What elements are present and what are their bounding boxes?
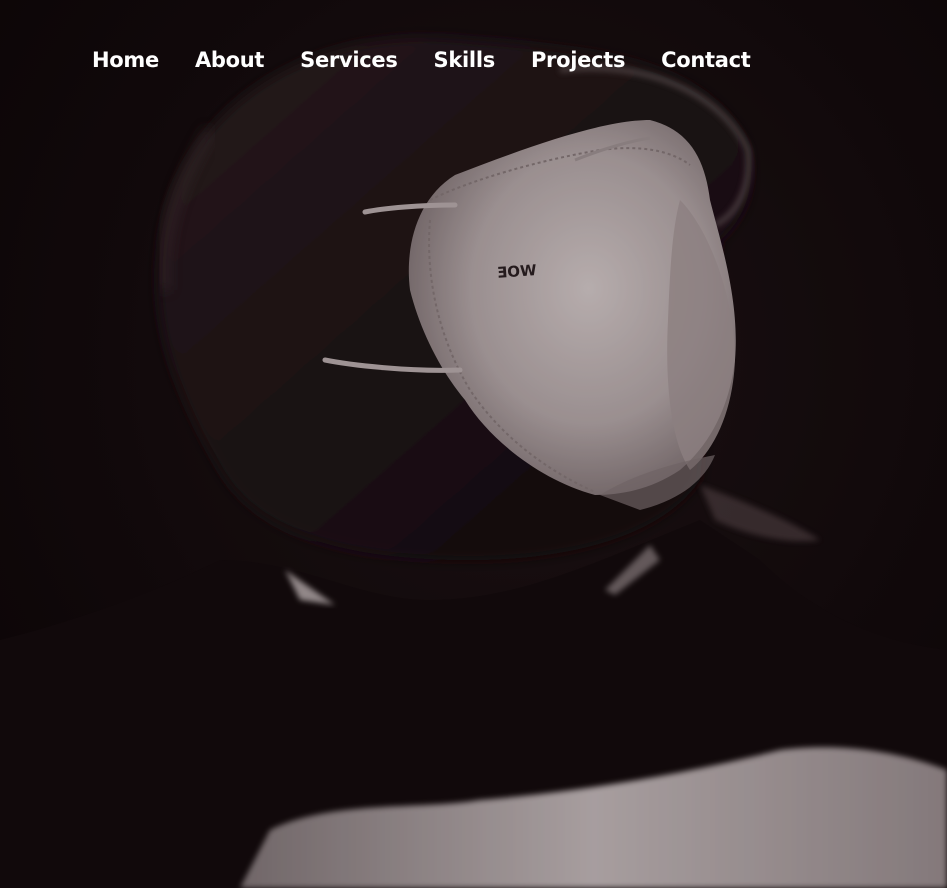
hero-background-photo: ƎOW [0,0,947,888]
nav-link-services[interactable]: Services [300,44,398,76]
main-navigation: Home About Services Skills Projects Cont… [92,44,751,76]
nav-link-skills[interactable]: Skills [434,44,496,76]
nav-link-about[interactable]: About [195,44,265,76]
nav-link-contact[interactable]: Contact [661,44,751,76]
nav-link-projects[interactable]: Projects [531,44,626,76]
nav-link-home[interactable]: Home [92,44,159,76]
hero-section: ƎOW Home About Services Skills Projects … [0,0,947,888]
